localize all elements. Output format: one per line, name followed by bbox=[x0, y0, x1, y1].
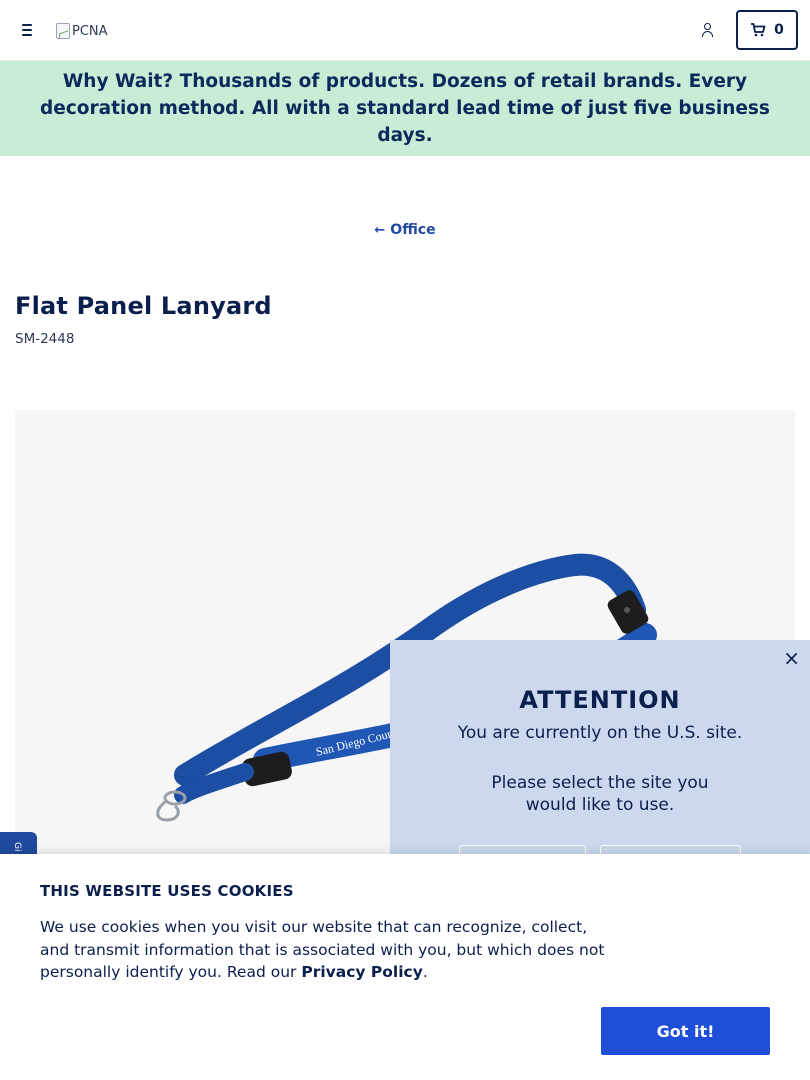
cart-button[interactable]: 0 bbox=[736, 10, 798, 50]
cart-icon bbox=[751, 23, 766, 37]
arrow-left-icon: ← bbox=[374, 223, 386, 238]
logo-alt-text: PCNA bbox=[72, 23, 108, 39]
modal-heading: ATTENTION bbox=[519, 686, 681, 714]
cookie-banner: THIS WEBSITE USES COOKIES We use cookies… bbox=[0, 854, 810, 1080]
site-header: PCNA 0 bbox=[0, 0, 810, 61]
cookie-text: We use cookies when you visit our websit… bbox=[40, 916, 620, 984]
promo-lead: Why Wait? bbox=[62, 71, 174, 92]
broken-image-icon bbox=[56, 23, 70, 39]
hamburger-menu-icon[interactable] bbox=[18, 20, 38, 40]
pcna-logo[interactable]: PCNA bbox=[56, 20, 108, 42]
promo-banner: Why Wait? Thousands of products. Dozens … bbox=[0, 61, 810, 156]
accept-cookies-button[interactable]: Got it! bbox=[601, 1007, 770, 1055]
feedback-tab-label: Gi bbox=[12, 842, 22, 852]
close-icon[interactable]: × bbox=[783, 648, 800, 668]
account-icon[interactable] bbox=[699, 21, 717, 39]
back-link-label: Office bbox=[390, 222, 436, 238]
cookie-end: . bbox=[422, 963, 428, 981]
product-title: Flat Panel Lanyard bbox=[15, 292, 272, 320]
privacy-policy-link[interactable]: Privacy Policy bbox=[301, 963, 423, 981]
product-sku: SM-2448 bbox=[15, 331, 75, 347]
cookie-title: THIS WEBSITE USES COOKIES bbox=[40, 882, 294, 900]
cart-count: 0 bbox=[774, 22, 784, 38]
promo-text: Why Wait? Thousands of products. Dozens … bbox=[14, 68, 796, 149]
modal-select-site-text: Please select the site you would like to… bbox=[491, 773, 709, 815]
modal-current-site-text: You are currently on the U.S. site. bbox=[457, 723, 743, 743]
back-to-category-link[interactable]: ← Office bbox=[0, 222, 810, 238]
